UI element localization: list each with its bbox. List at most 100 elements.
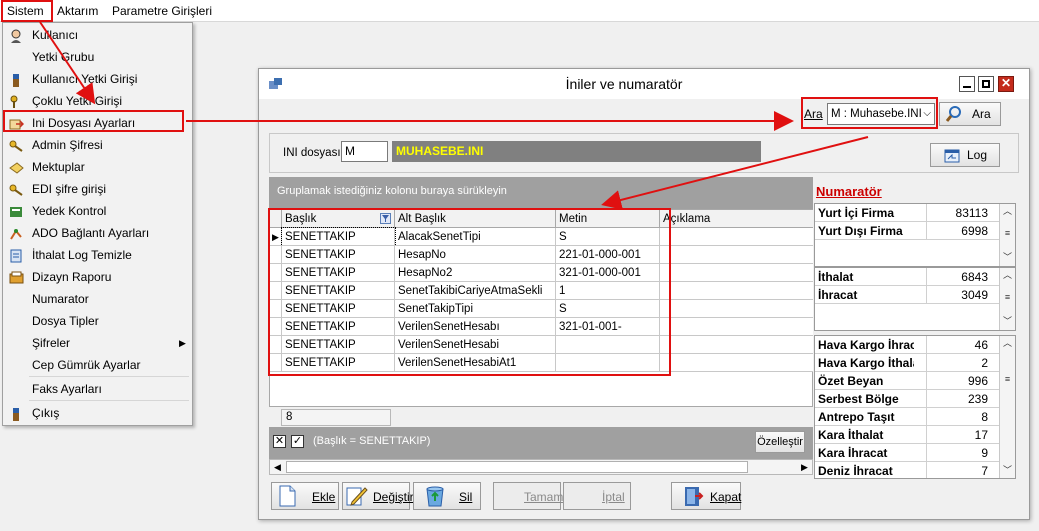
menu-item-0[interactable]: Kullanıcı bbox=[3, 24, 192, 46]
menu-item-3[interactable]: Çoklu Yetki Girişi bbox=[3, 90, 192, 112]
clear-filter-icon[interactable]: ✕ bbox=[273, 435, 286, 448]
group-by-area[interactable]: Gruplamak istediğiniz kolonu buraya sürü… bbox=[269, 177, 813, 209]
table-cell[interactable] bbox=[660, 300, 814, 318]
recycle-bin-icon bbox=[424, 485, 446, 515]
scroll-down-icon[interactable]: ﹀ bbox=[1000, 250, 1015, 265]
log-button[interactable]: Log bbox=[930, 143, 1000, 167]
exit-door-icon bbox=[682, 485, 704, 515]
window-titlebar: İniler ve numaratör ✕ bbox=[259, 69, 1029, 99]
customize-button[interactable]: Özelleştir bbox=[755, 431, 805, 453]
numarator-value[interactable]: 3049 bbox=[926, 286, 992, 304]
scroll-up-icon[interactable]: ︿ bbox=[1000, 336, 1015, 351]
scroll-down-icon[interactable]: ﹀ bbox=[1000, 463, 1015, 478]
numarator-value[interactable]: 6998 bbox=[926, 222, 992, 240]
menu-item-14[interactable]: Şifreler ▶ bbox=[3, 332, 192, 354]
numarator-row[interactable]: Antrepo Taşıt 8 bbox=[815, 408, 999, 426]
scroll-down-icon[interactable]: ﹀ bbox=[1000, 314, 1015, 329]
grid-footer: 8 bbox=[269, 407, 813, 427]
menu-item-15[interactable]: Cep Gümrük Ayarlar bbox=[3, 354, 192, 376]
numarator-row[interactable]: Hava Kargo İthalat 2 bbox=[815, 354, 999, 372]
numarator-label: Hava Kargo İthalat bbox=[818, 356, 914, 370]
menu-item-9[interactable]: ADO Bağlantı Ayarları bbox=[3, 222, 192, 244]
submenu-arrow-icon: ▶ bbox=[179, 338, 186, 348]
table-cell[interactable] bbox=[660, 318, 814, 336]
menu-parametre-girisleri[interactable]: Parametre Girişleri bbox=[112, 0, 212, 22]
menu-item-13[interactable]: Dosya Tipler bbox=[3, 310, 192, 332]
numarator-group-dis-ticaret: İthalat 6843 İhracat 3049 ︿ ≡ ﹀ bbox=[814, 267, 1016, 331]
menu-item-7[interactable]: EDI şifre girişi bbox=[3, 178, 192, 200]
numarator-value[interactable]: 83113 bbox=[926, 204, 992, 222]
ini-filename-display: MUHASEBE.INI bbox=[392, 141, 761, 162]
numarator-value[interactable]: 8 bbox=[926, 408, 992, 426]
numarator-row[interactable]: İhracat 3049 bbox=[815, 286, 999, 304]
numarator-row[interactable]: Kara İthalat 17 bbox=[815, 426, 999, 444]
numarator-label: Yurt İçi Firma bbox=[818, 206, 895, 220]
numarator-value[interactable]: 996 bbox=[926, 372, 992, 390]
beyan-scrollbar[interactable]: ︿ ≡ ﹀ bbox=[999, 336, 1015, 478]
minimize-button[interactable] bbox=[959, 76, 975, 92]
scroll-left-icon[interactable]: ◀ bbox=[270, 460, 285, 474]
menu-item-12[interactable]: Numarator bbox=[3, 288, 192, 310]
menu-item-5[interactable]: Admin Şifresi bbox=[3, 134, 192, 156]
menu-item-1[interactable]: Yetki Grubu bbox=[3, 46, 192, 68]
dis-ticaret-scrollbar[interactable]: ︿ ≡ ﹀ bbox=[999, 268, 1015, 330]
table-cell[interactable] bbox=[660, 228, 814, 246]
menu-item-10[interactable]: İthalat Log Temizle bbox=[3, 244, 192, 266]
menu-item-6[interactable]: Mektuplar bbox=[3, 156, 192, 178]
numarator-row[interactable]: Özet Beyan 996 bbox=[815, 372, 999, 390]
iptal-button[interactable]: İptal bbox=[563, 482, 631, 510]
numarator-row[interactable]: Serbest Bölge 239 bbox=[815, 390, 999, 408]
log-clear-icon bbox=[9, 248, 24, 263]
table-cell[interactable] bbox=[660, 354, 814, 372]
ini-code-input[interactable]: M bbox=[341, 141, 388, 162]
log-icon bbox=[944, 148, 960, 170]
menu-item-17[interactable]: Çıkış bbox=[3, 402, 192, 424]
table-cell[interactable] bbox=[660, 282, 814, 300]
ara-button[interactable]: Ara bbox=[939, 102, 1001, 126]
filter-text: (Başlık = SENETTAKIP) bbox=[313, 435, 431, 447]
numarator-value[interactable]: 2 bbox=[926, 354, 992, 372]
horizontal-scrollbar[interactable]: ◀ ▶ bbox=[269, 459, 813, 475]
numarator-row[interactable]: Yurt İçi Firma 83113 bbox=[815, 204, 999, 222]
col-header-aciklama[interactable]: Açıklama bbox=[660, 210, 814, 228]
numarator-row[interactable]: Kara İhracat 9 bbox=[815, 444, 999, 462]
numarator-value[interactable]: 46 bbox=[926, 336, 992, 354]
table-cell[interactable] bbox=[660, 264, 814, 282]
menu-item-11[interactable]: Dizayn Raporu bbox=[3, 266, 192, 288]
tamam-button[interactable]: Tamam bbox=[493, 482, 563, 510]
scroll-up-icon[interactable]: ︿ bbox=[1000, 268, 1015, 283]
table-cell[interactable] bbox=[660, 246, 814, 264]
numarator-value[interactable]: 17 bbox=[926, 426, 992, 444]
menu-aktarim[interactable]: Aktarım bbox=[57, 0, 98, 22]
numarator-row[interactable]: Hava Kargo İhracat 46 bbox=[815, 336, 999, 354]
close-button[interactable]: ✕ bbox=[998, 76, 1014, 92]
annotation-box-ara bbox=[801, 97, 938, 129]
degistir-button[interactable]: Değiştir bbox=[342, 482, 414, 510]
maximize-button[interactable] bbox=[978, 76, 994, 92]
numarator-value[interactable]: 6843 bbox=[926, 268, 992, 286]
menu-item-label: Faks Ayarları bbox=[32, 382, 102, 396]
menu-item-label: Kullanıcı bbox=[32, 28, 79, 42]
table-cell[interactable] bbox=[660, 336, 814, 354]
scroll-grip-icon: ≡ bbox=[1004, 228, 1011, 238]
scroll-up-icon[interactable]: ︿ bbox=[1000, 204, 1015, 219]
ekle-button[interactable]: Ekle bbox=[271, 482, 339, 510]
sil-button[interactable]: Sil bbox=[413, 482, 481, 510]
menu-item-16[interactable]: Faks Ayarları bbox=[3, 378, 192, 400]
numarator-row[interactable]: İthalat 6843 bbox=[815, 268, 999, 286]
numarator-value[interactable]: 9 bbox=[926, 444, 992, 462]
numarator-value[interactable]: 7 bbox=[926, 462, 992, 478]
numarator-row[interactable]: Deniz İhracat 7 bbox=[815, 462, 999, 478]
filter-active-checkbox[interactable]: ✓ bbox=[291, 435, 304, 448]
firma-scrollbar[interactable]: ︿ ≡ ﹀ bbox=[999, 204, 1015, 266]
scroll-grip-icon: ≡ bbox=[1004, 374, 1011, 384]
scroll-thumb[interactable] bbox=[286, 461, 748, 473]
numarator-value[interactable]: 239 bbox=[926, 390, 992, 408]
menu-item-8[interactable]: Yedek Kontrol bbox=[3, 200, 192, 222]
numarator-label: Kara İthalat bbox=[818, 428, 884, 442]
key-icon bbox=[9, 182, 24, 196]
scroll-right-icon[interactable]: ▶ bbox=[797, 460, 812, 474]
menu-item-2[interactable]: Kullanıcı Yetki Girişi bbox=[3, 68, 192, 90]
numarator-row[interactable]: Yurt Dışı Firma 6998 bbox=[815, 222, 999, 240]
kapat-button[interactable]: Kapat bbox=[671, 482, 741, 510]
